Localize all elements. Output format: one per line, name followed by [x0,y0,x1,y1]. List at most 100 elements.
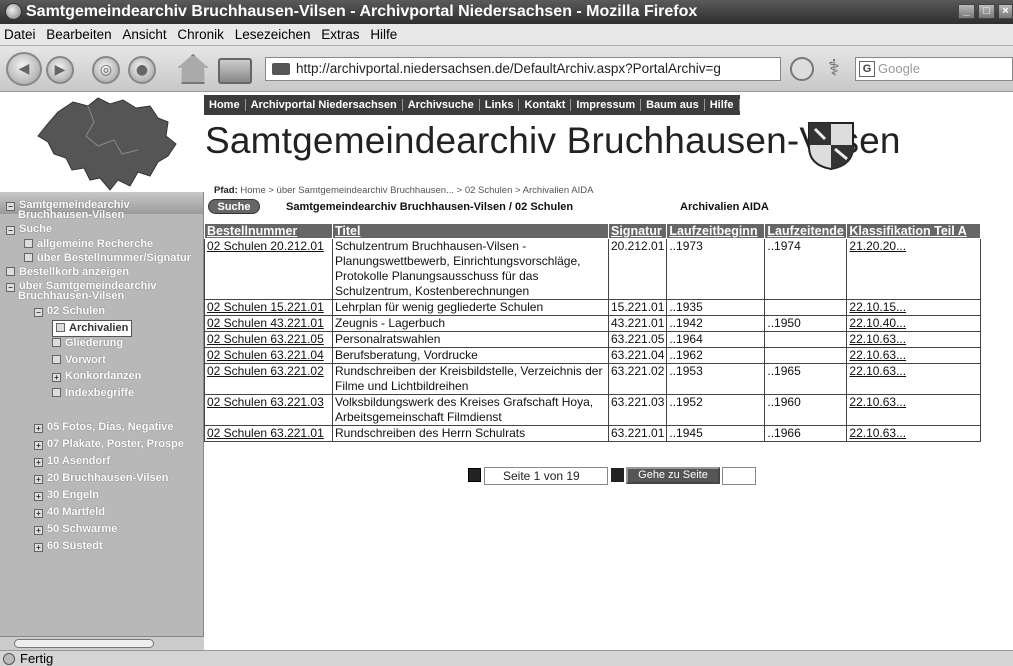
tree-item[interactable]: +10 Asendorf [34,455,110,468]
table-cell[interactable]: 02 Schulen 63.221.02 [204,363,333,395]
nav-archivsuche[interactable]: Archivsuche [402,99,480,111]
table-cell[interactable]: 02 Schulen 63.221.03 [204,394,333,426]
sidebar-horizontal-scrollbar[interactable] [0,636,204,650]
table-cell[interactable]: 02 Schulen 63.221.05 [204,331,333,348]
column-header[interactable]: Signatur [607,223,668,239]
menu-datei[interactable]: Datei [0,24,39,46]
tree-item[interactable]: Archivalien [52,320,133,337]
expand-icon[interactable]: + [34,509,43,518]
back-button[interactable]: ◀ [6,52,42,86]
search-bar[interactable]: G Google [855,57,1013,81]
column-header[interactable]: Bestellnummer [204,223,333,239]
scrollbar-thumb[interactable] [14,639,154,648]
table-cell: ..1965 [764,363,848,395]
document-icon[interactable] [52,388,61,397]
document-icon[interactable] [52,338,61,347]
tree-item[interactable]: −02 Schulen [34,305,105,318]
tree-item[interactable]: Indexbegriffe [52,387,134,400]
forward-button[interactable]: ▶ [46,56,74,84]
home-icon[interactable] [178,54,208,84]
tree-item[interactable]: +05 Fotos, Dias, Negative [34,421,174,434]
tree-item[interactable]: +30 Engeln [34,489,99,502]
nav-home[interactable]: Home [204,99,246,111]
tree-item[interactable]: +07 Plakate, Poster, Prospe [34,438,184,451]
breadcrumb-path[interactable]: Home > über Samtgemeindearchiv Bruchhaus… [240,185,593,196]
url-bar[interactable]: http://archivportal.niedersachsen.de/Def… [265,57,781,81]
column-header[interactable]: Laufzeitende [764,223,848,239]
tree-item[interactable]: +20 Bruchhausen-Vilsen [34,472,168,485]
bookmarks-icon[interactable] [218,58,252,84]
menu-chronik[interactable]: Chronik [173,24,227,46]
nav-impressum[interactable]: Impressum [571,99,642,111]
page-dropdown-icon[interactable] [611,468,624,482]
tree-item[interactable]: + Konkordanzen [52,370,141,383]
expand-icon[interactable]: + [34,475,43,484]
menu-extras[interactable]: Extras [317,24,362,46]
expand-icon[interactable]: + [52,373,61,382]
go-icon[interactable] [790,57,814,81]
tree-item[interactable]: allgemeine Recherche [24,238,153,251]
nav-archivportal[interactable]: Archivportal Niedersachsen [245,99,403,111]
reload-button[interactable]: ◎ [92,56,120,84]
table-cell: Lehrplan für wenig gegliederte Schulen [332,299,609,316]
tree-item[interactable]: Bestellkorb anzeigen [6,266,129,279]
collapse-icon[interactable]: − [34,308,43,317]
document-icon[interactable] [6,267,15,276]
table-cell[interactable]: 22.10.63... [846,425,982,442]
addon-icon[interactable]: ⚕ [822,56,846,82]
table-cell[interactable]: 22.10.40... [846,315,982,332]
tree-item[interactable]: Bruchhausen-Vilsen [18,209,124,222]
goto-page-button[interactable]: Gehe zu Seite [626,467,720,484]
suche-button[interactable]: Suche [208,199,260,214]
table-cell[interactable]: 22.10.63... [846,363,982,395]
collapse-icon[interactable]: − [6,202,15,211]
document-icon[interactable] [52,355,61,364]
nav-links[interactable]: Links [479,99,520,111]
column-header[interactable]: Titel [332,223,609,239]
expand-icon[interactable]: + [34,458,43,467]
tree-item[interactable]: Gliederung [52,337,123,350]
table-cell[interactable]: 21.20.20... [846,238,982,300]
table-cell[interactable]: 22.10.63... [846,394,982,426]
tree-item[interactable]: +50 Schwarme [34,523,117,536]
tree-item[interactable]: − Suche [6,223,52,236]
tree-item[interactable]: +40 Martfeld [34,506,105,519]
expand-icon[interactable]: + [34,492,43,501]
table-cell[interactable]: 02 Schulen 15.221.01 [204,299,333,316]
table-cell[interactable]: 02 Schulen 63.221.01 [204,425,333,442]
menu-bearbeiten[interactable]: Bearbeiten [42,24,114,46]
goto-page-input[interactable] [722,467,756,485]
nav-hilfe[interactable]: Hilfe [704,99,740,111]
table-cell[interactable]: 22.10.15... [846,299,982,316]
close-button[interactable]: × [998,4,1013,19]
table-cell[interactable]: 22.10.63... [846,331,982,348]
tree-item[interactable]: Vorwort [52,354,106,367]
tree-item[interactable]: +60 Süstedt [34,540,103,553]
stop-button[interactable]: ● [128,56,156,84]
expand-icon[interactable]: + [34,526,43,535]
expand-icon[interactable]: + [34,441,43,450]
table-cell[interactable]: 22.10.63... [846,347,982,364]
column-header[interactable]: Laufzeitbeginn [666,223,766,239]
expand-icon[interactable]: + [34,424,43,433]
table-cell[interactable]: 02 Schulen 20.212.01 [204,238,333,300]
menu-lesezeichen[interactable]: Lesezeichen [231,24,314,46]
menu-hilfe[interactable]: Hilfe [366,24,400,46]
nav-kontakt[interactable]: Kontakt [519,99,572,111]
expand-icon[interactable]: + [34,543,43,552]
document-icon[interactable] [24,239,33,248]
table-cell[interactable]: 02 Schulen 43.221.01 [204,315,333,332]
table-cell[interactable]: 02 Schulen 63.221.04 [204,347,333,364]
collapse-icon[interactable]: − [6,226,15,235]
page-select-icon[interactable] [468,468,481,482]
nav-baum-aus[interactable]: Baum aus [641,99,705,111]
collapse-icon[interactable]: − [6,283,15,292]
minimize-button[interactable]: _ [958,4,975,19]
document-icon[interactable] [56,323,65,332]
tree-item[interactable]: über Bestellnummer/Signatur [24,252,191,265]
column-header[interactable]: Klassifikation Teil A [846,223,982,239]
menu-ansicht[interactable]: Ansicht [118,24,169,46]
document-icon[interactable] [24,253,33,262]
maximize-button[interactable]: □ [978,4,995,19]
tree-item[interactable]: Bruchhausen-Vilsen [18,290,124,303]
